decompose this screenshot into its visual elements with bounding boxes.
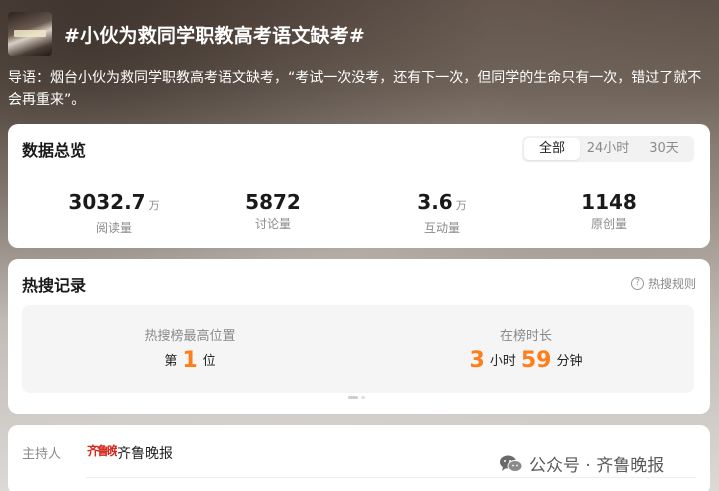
duration-minutes-unit: 分钟 xyxy=(556,354,583,369)
hot-search-rules-label: 热搜规则 xyxy=(647,277,696,291)
topic-lead: 导语：烟台小伙为救同学职教高考语文缺考，“考试一次没考，还有下一次，但同学的生命… xyxy=(8,70,702,108)
stat-reads-number: 3032.7 xyxy=(68,190,146,214)
best-rank-suffix: 位 xyxy=(202,354,216,369)
stat-interactions-number: 3.6 xyxy=(417,190,453,214)
carousel-indicator xyxy=(348,396,365,399)
question-circle-icon: ? xyxy=(630,277,644,290)
best-rank-value: 第1位 xyxy=(22,348,358,373)
topic-header: #小伙为救同学职教高考语文缺考# xyxy=(8,12,711,56)
duration-hours-unit: 小时 xyxy=(489,354,516,369)
overview-stats: 3032.7 万 阅读量 5872 讨论量 3.6 万 互动量 1148 原创量 xyxy=(8,190,710,236)
stat-discussions: 5872 讨论量 xyxy=(203,190,343,233)
host-logo[interactable]: 齐鲁晚报 xyxy=(87,442,117,460)
stat-reads-label: 阅读量 xyxy=(95,221,132,235)
wechat-icon xyxy=(500,455,523,472)
best-rank-prefix: 第 xyxy=(164,354,178,369)
host-label: 主持人 xyxy=(22,447,62,462)
topic-thumbnail[interactable] xyxy=(8,12,52,56)
stat-discussions-value: 5872 xyxy=(245,190,301,214)
watermark-text: 公众号 · 齐鲁晚报 xyxy=(529,456,665,476)
carousel-dot-active xyxy=(348,396,358,399)
duration-minutes: 59 xyxy=(520,348,552,373)
hot-search-rules-link[interactable]: ? 热搜规则 xyxy=(630,275,696,292)
tab-30d[interactable]: 30天 xyxy=(636,138,692,160)
stat-interactions-value: 3.6 万 xyxy=(372,190,512,218)
carousel-dot xyxy=(361,396,365,399)
tab-24h[interactable]: 24小时 xyxy=(580,138,636,160)
time-range-tabs: 全部 24小时 30天 xyxy=(522,136,694,162)
stat-reads: 3032.7 万 阅读量 xyxy=(44,190,184,237)
duration-hours: 3 xyxy=(469,348,485,373)
hot-search-title: 热搜记录 xyxy=(22,276,87,295)
on-list-duration: 在榜时长 3 小时 59 分钟 xyxy=(358,305,694,393)
stat-originals-value: 1148 xyxy=(581,190,637,214)
stat-discussions-label: 讨论量 xyxy=(254,217,291,231)
stat-interactions-unit: 万 xyxy=(455,199,467,212)
divider xyxy=(86,477,696,478)
stat-interactions: 3.6 万 互动量 xyxy=(372,190,512,237)
stat-originals: 1148 原创量 xyxy=(539,190,679,233)
topic-title: #小伙为救同学职教高考语文缺考# xyxy=(64,25,366,47)
host-name[interactable]: 齐鲁晚报 xyxy=(117,443,173,463)
duration-label: 在榜时长 xyxy=(499,329,552,344)
stat-reads-value: 3032.7 万 xyxy=(44,190,184,218)
stat-reads-unit: 万 xyxy=(148,199,160,212)
hot-search-summary: 热搜榜最高位置 第1位 在榜时长 3 小时 59 分钟 xyxy=(22,305,694,393)
hot-search-card: 热搜记录 ? 热搜规则 热搜榜最高位置 第1位 在榜时长 3 小时 59 分钟 xyxy=(8,259,710,414)
watermark: 公众号 · 齐鲁晚报 xyxy=(499,451,664,476)
best-rank-number: 1 xyxy=(182,348,198,373)
duration-value: 3 小时 59 分钟 xyxy=(358,348,694,373)
overview-title: 数据总览 xyxy=(22,141,87,160)
best-rank: 热搜榜最高位置 第1位 xyxy=(22,305,358,393)
data-overview-card: 数据总览 全部 24小时 30天 3032.7 万 阅读量 5872 讨论量 3.… xyxy=(8,124,710,248)
stat-originals-label: 原创量 xyxy=(590,217,627,231)
stat-interactions-label: 互动量 xyxy=(423,221,460,235)
best-rank-label: 热搜榜最高位置 xyxy=(144,329,236,344)
tab-all[interactable]: 全部 xyxy=(524,138,580,160)
